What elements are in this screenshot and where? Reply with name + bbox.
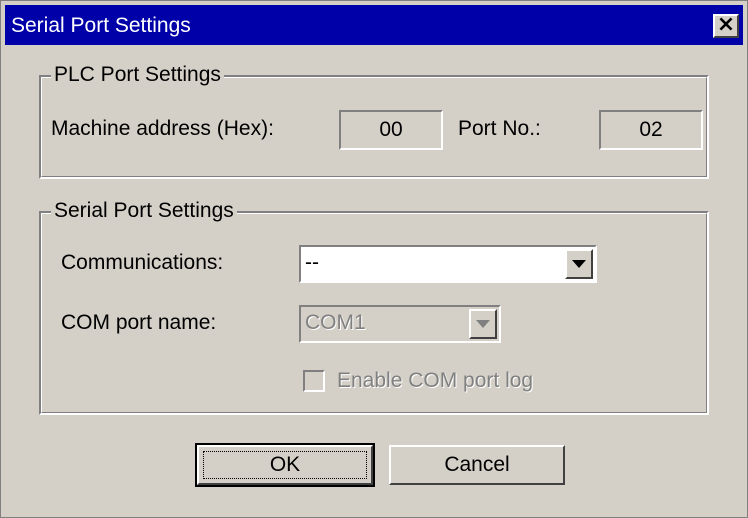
- communications-value: --: [305, 251, 319, 274]
- machine-address-field: 00: [339, 110, 443, 150]
- com-port-name-label: COM port name:: [61, 311, 217, 334]
- title-bar[interactable]: Serial Port Settings ×: [5, 5, 743, 45]
- com-port-dropdown-button[interactable]: [469, 309, 497, 339]
- communications-label: Communications:: [61, 251, 224, 274]
- ok-button[interactable]: OK: [195, 443, 375, 487]
- plc-group-legend: PLC Port Settings: [51, 63, 224, 87]
- com-port-value: COM1: [305, 311, 366, 334]
- cancel-label: Cancel: [444, 453, 510, 476]
- communications-select[interactable]: --: [299, 245, 597, 283]
- focus-indicator: [203, 451, 367, 479]
- serial-port-settings-dialog: Serial Port Settings × PLC Port Settings…: [0, 0, 748, 518]
- port-no-field: 02: [599, 110, 703, 150]
- window-title: Serial Port Settings: [11, 14, 191, 37]
- communications-dropdown-button[interactable]: [565, 249, 593, 279]
- chevron-down-icon: [476, 320, 490, 328]
- close-icon: ×: [716, 12, 736, 37]
- cancel-button[interactable]: Cancel: [389, 445, 565, 485]
- machine-address-label: Machine address (Hex):: [51, 117, 274, 140]
- close-button[interactable]: ×: [713, 14, 739, 38]
- enable-com-port-log-checkbox[interactable]: [303, 370, 325, 392]
- serial-group-legend: Serial Port Settings: [51, 199, 237, 223]
- chevron-down-icon: [572, 260, 586, 268]
- port-no-label: Port No.:: [458, 117, 541, 140]
- enable-com-port-log-label: Enable COM port log: [337, 369, 534, 392]
- com-port-select[interactable]: COM1: [299, 305, 501, 343]
